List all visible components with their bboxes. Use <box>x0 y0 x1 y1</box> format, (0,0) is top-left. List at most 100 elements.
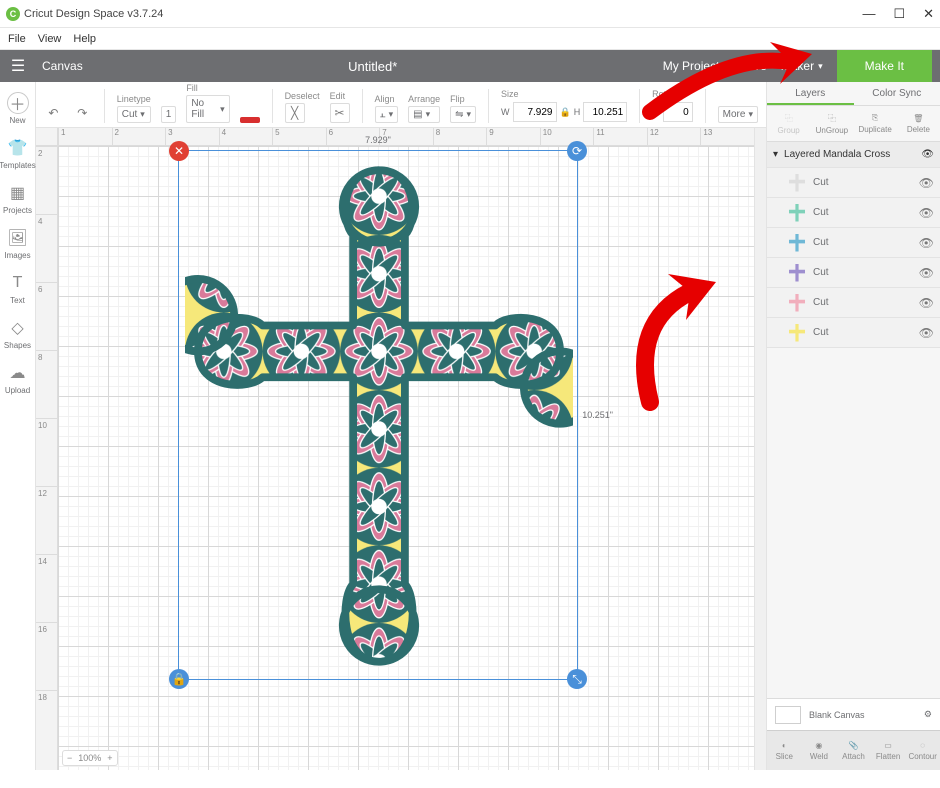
vertical-scrollbar[interactable] <box>754 128 766 770</box>
size-label: Size <box>501 89 627 99</box>
lock-aspect-icon[interactable]: 🔒 <box>560 107 571 118</box>
rail-images-label: Images <box>4 251 30 260</box>
zoom-in-icon[interactable]: + <box>107 753 112 763</box>
hamburger-icon[interactable]: ☰ <box>0 56 36 76</box>
eye-icon[interactable]: 👁 <box>921 149 934 160</box>
rail-upload-label: Upload <box>5 386 30 395</box>
more-select[interactable]: More▾ <box>718 106 758 123</box>
left-rail: ＋New 👕Templates ▦Projects 🖼Images TText … <box>0 82 36 770</box>
layers-panel: Layers Color Sync ⿻Group ⿻UnGroup ⎘Dupli… <box>766 82 940 770</box>
color-swatch[interactable] <box>240 117 260 123</box>
redo-icon[interactable]: ↷ <box>73 103 92 123</box>
rail-shapes-label: Shapes <box>4 341 31 350</box>
layer-name: Cut <box>813 237 829 248</box>
shapes-icon: ◇ <box>6 317 28 339</box>
tab-layers[interactable]: Layers <box>767 82 854 105</box>
op-duplicate[interactable]: ⎘Duplicate <box>854 106 897 141</box>
rail-text[interactable]: TText <box>7 268 29 309</box>
canvas-settings-icon[interactable]: ⚙ <box>924 709 932 720</box>
rail-upload[interactable]: ☁Upload <box>5 358 30 399</box>
group-icon: ⿻ <box>785 113 793 124</box>
eye-icon[interactable]: 👁 <box>919 206 934 220</box>
rail-templates[interactable]: 👕 Templates <box>0 133 36 174</box>
layer-row[interactable]: Cut 👁 <box>767 198 940 228</box>
eye-icon[interactable]: 👁 <box>919 266 934 280</box>
rail-templates-label: Templates <box>0 161 36 170</box>
layer-row[interactable]: Cut👁 <box>767 288 940 318</box>
fill-label: Fill <box>186 83 229 93</box>
eye-icon[interactable]: 👁 <box>919 326 934 340</box>
deselect-button[interactable]: ╳ <box>285 103 305 123</box>
op-attach[interactable]: 📎Attach <box>836 731 871 770</box>
projects-icon: ▦ <box>7 182 29 204</box>
rail-projects[interactable]: ▦Projects <box>3 178 32 219</box>
menu-file[interactable]: File <box>8 33 26 45</box>
layer-row[interactable]: Cut 👁 <box>767 318 940 348</box>
rail-shapes[interactable]: ◇ Shapes <box>4 313 31 354</box>
size-h-input[interactable] <box>583 102 627 122</box>
flip-label: Flip <box>450 94 476 104</box>
layer-name: Cut <box>813 327 829 338</box>
layer-thumb <box>789 324 805 342</box>
undo-icon[interactable]: ↶ <box>44 103 63 123</box>
align-select[interactable]: ⫠ ▾ <box>375 106 399 123</box>
machine-picker[interactable]: Maker ▾ <box>781 59 823 73</box>
document-name[interactable]: Untitled* <box>83 59 663 74</box>
weld-icon: ◉ <box>815 741 822 750</box>
canvas-wrap: 24681012141618 12345678910111213 7.929" … <box>36 128 766 770</box>
blank-canvas-row[interactable]: Blank Canvas ⚙ <box>767 698 940 730</box>
selection-height-label: 10.251" <box>582 410 613 420</box>
zoom-out-icon[interactable]: − <box>67 753 72 763</box>
layer-thumb <box>789 174 805 192</box>
flip-select[interactable]: ⇋ ▾ <box>450 106 476 123</box>
window-close-icon[interactable]: ✕ <box>923 6 934 22</box>
edit-button[interactable]: ✂ <box>330 103 350 123</box>
op-delete[interactable]: 🗑Delete <box>897 106 940 141</box>
op-group[interactable]: ⿻Group <box>767 106 810 141</box>
arrange-select[interactable]: ▤ ▾ <box>408 106 440 123</box>
ruler-horizontal: 12345678910111213 <box>58 128 754 146</box>
design-canvas[interactable]: 7.929" 10.251" ✕ ⟳ 🔒 ⤡ <box>58 146 754 770</box>
titlebar: C Cricut Design Space v3.7.24 — ☐ ✕ <box>0 0 940 28</box>
op-flatten[interactable]: ▭Flatten <box>871 731 906 770</box>
ruler-vertical: 24681012141618 <box>36 146 58 770</box>
size-w-input[interactable] <box>513 102 557 122</box>
op-ungroup[interactable]: ⿻UnGroup <box>810 106 853 141</box>
window-minimize-icon[interactable]: — <box>862 6 875 22</box>
design-object-cross[interactable] <box>185 157 573 675</box>
make-it-button[interactable]: Make It <box>837 50 932 82</box>
linetype-label: Linetype <box>117 94 151 104</box>
layer-row[interactable]: Cut👁 <box>767 168 940 198</box>
window-maximize-icon[interactable]: ☐ <box>893 6 905 22</box>
op-weld[interactable]: ◉Weld <box>802 731 837 770</box>
op-contour[interactable]: ◌Contour <box>905 731 940 770</box>
rail-images[interactable]: 🖼Images <box>4 223 30 264</box>
menu-view[interactable]: View <box>38 33 62 45</box>
deselect-label: Deselect <box>285 91 320 101</box>
layer-group-header[interactable]: ▾ Layered Mandala Cross 👁 <box>767 142 940 168</box>
layer-row[interactable]: Cut👁 <box>767 258 940 288</box>
eye-icon[interactable]: 👁 <box>919 176 934 190</box>
lineweight-select[interactable]: 1 <box>161 106 177 123</box>
slice-icon: ◐ <box>782 741 787 750</box>
linetype-select[interactable]: Cut▾ <box>117 106 151 123</box>
eye-icon[interactable]: 👁 <box>919 296 934 310</box>
eye-icon[interactable]: 👁 <box>919 236 934 250</box>
save-button[interactable]: Save <box>739 59 766 73</box>
selection-width-label: 7.929" <box>365 135 391 145</box>
op-slice[interactable]: ◐Slice <box>767 731 802 770</box>
rail-new[interactable]: ＋New <box>7 88 29 129</box>
menu-help[interactable]: Help <box>73 33 96 45</box>
fill-select[interactable]: No Fill▾ <box>186 95 229 123</box>
layer-thumb <box>789 264 805 282</box>
layer-name: Cut <box>813 207 829 218</box>
ungroup-icon: ⿻ <box>828 113 836 124</box>
my-projects-link[interactable]: My Projects <box>663 59 726 73</box>
menubar: File View Help <box>0 28 940 50</box>
rotate-input[interactable] <box>663 102 693 122</box>
layer-row[interactable]: Cut 👁 <box>767 228 940 258</box>
templates-icon: 👕 <box>7 137 29 159</box>
app-logo: C <box>6 7 20 21</box>
tab-color-sync[interactable]: Color Sync <box>854 82 940 105</box>
zoom-control[interactable]: − 100% + <box>62 750 118 766</box>
